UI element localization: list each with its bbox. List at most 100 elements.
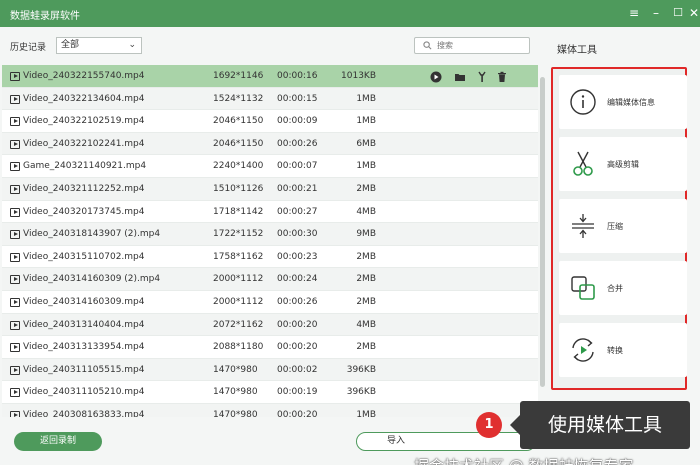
- file-size: 396KB: [346, 364, 376, 375]
- callout-text: 使用媒体工具: [520, 401, 690, 449]
- file-resolution: 1470*980: [213, 409, 258, 417]
- file-row[interactable]: Video_240315110702.mp4 1758*1162 00:00:23 2…: [2, 246, 538, 269]
- file-name: Video_240314160309 (2).mp4: [23, 274, 161, 285]
- callout-pointer: [510, 415, 520, 435]
- file-row[interactable]: Video_240311105515.mp4 1470*980 00:00:02 39…: [2, 358, 538, 382]
- video-file-icon: [10, 275, 20, 285]
- compress-icon: [572, 214, 594, 238]
- file-resolution: 2000*1112: [213, 274, 264, 285]
- file-row[interactable]: Video_240313140404.mp4 2072*1162 00:00:20 4…: [2, 313, 538, 337]
- video-file-icon: [10, 117, 20, 127]
- file-resolution: 1718*1142: [213, 206, 264, 217]
- video-file-icon: [10, 365, 20, 375]
- tool-edit-media-info[interactable]: 编辑媒体信息: [559, 75, 687, 129]
- file-list: Video_240322155740.mp4 1692*1146 00:00:16 1…: [2, 65, 538, 417]
- scrollbar[interactable]: [539, 65, 546, 405]
- file-row[interactable]: Video_240308163833.mp4 1470*980 00:00:20 1M…: [2, 403, 538, 417]
- file-resolution: 2046*1150: [213, 138, 264, 149]
- window-title: 数据蛙录屏软件: [10, 11, 80, 22]
- file-name: Video_240318143907 (2).mp4: [23, 229, 161, 240]
- play-icon[interactable]: [430, 70, 442, 83]
- file-name: Video_240321112252.mp4: [23, 183, 145, 194]
- file-name: Video_240322102519.mp4: [23, 116, 145, 127]
- file-size: 2MB: [356, 296, 376, 307]
- file-resolution: 1510*1126: [213, 183, 264, 194]
- file-resolution: 1758*1162: [213, 251, 264, 262]
- tool-convert[interactable]: 转换: [559, 323, 687, 377]
- file-size: 2MB: [356, 251, 376, 262]
- file-row[interactable]: Video_240320173745.mp4 1718*1142 00:00:27 4…: [2, 201, 538, 224]
- video-file-icon: [10, 252, 20, 262]
- file-row[interactable]: Video_240314160309 (2).mp4 2000*1112 00:00…: [2, 268, 538, 291]
- file-size: 4MB: [356, 206, 376, 217]
- search-box[interactable]: [414, 37, 530, 54]
- video-file-icon: [10, 72, 20, 81]
- video-file-icon: [10, 410, 20, 417]
- file-size: 2MB: [356, 183, 376, 194]
- file-row[interactable]: Video_240322102241.mp4 2046*1150 00:00:26 6…: [2, 132, 538, 156]
- media-tools-panel: 编辑媒体信息 高级剪辑 压缩 合并 转换: [551, 67, 687, 390]
- tool-label: 转换: [607, 346, 623, 355]
- file-row[interactable]: Video_240322102519.mp4 2046*1150 00:00:09 1…: [2, 110, 538, 133]
- history-filter-value: 全部: [61, 40, 80, 50]
- convert-icon: [572, 338, 594, 362]
- file-resolution: 1470*980: [213, 364, 258, 375]
- file-resolution: 1692*1146: [213, 71, 264, 81]
- tool-label: 合并: [607, 284, 623, 293]
- media-tools-title: 媒体工具: [557, 45, 597, 56]
- tool-advanced-edit[interactable]: 高级剪辑: [559, 137, 687, 191]
- delete-icon[interactable]: [496, 70, 508, 82]
- info-icon: [570, 89, 596, 115]
- video-file-icon: [10, 184, 20, 194]
- video-file-icon: [10, 343, 20, 353]
- back-to-record-button[interactable]: 返回录制: [14, 432, 102, 451]
- file-size: 1MB: [356, 93, 376, 104]
- video-file-icon: [10, 94, 20, 104]
- file-row[interactable]: Video_240321112252.mp4 1510*1126 00:00:21 2…: [2, 177, 538, 201]
- file-name: Video_240308163833.mp4: [23, 409, 145, 417]
- file-resolution: 1524*1132: [213, 93, 264, 104]
- video-file-icon: [10, 230, 20, 240]
- video-file-icon: [10, 139, 20, 149]
- file-size: 9MB: [356, 229, 376, 240]
- file-name: Video_240322134604.mp4: [23, 93, 145, 104]
- history-label: 历史记录: [10, 43, 47, 53]
- search-input[interactable]: [437, 39, 525, 52]
- file-resolution: 1722*1152: [213, 229, 264, 240]
- menu-icon[interactable]: ≡: [626, 5, 642, 21]
- file-row[interactable]: Video_240322155740.mp4 1692*1146 00:00:16 1…: [2, 65, 538, 88]
- tool-compress[interactable]: 压缩: [559, 199, 687, 253]
- tools-icon[interactable]: [477, 70, 489, 82]
- maximize-icon[interactable]: ☐: [670, 5, 686, 21]
- file-row[interactable]: Video_240311105210.mp4 1470*980 00:00:19 39…: [2, 381, 538, 404]
- scissors-icon: [573, 151, 593, 176]
- file-row[interactable]: Video_240314160309.mp4 2000*1112 00:00:26 2…: [2, 291, 538, 314]
- file-name: Video_240313133954.mp4: [23, 342, 145, 353]
- folder-icon[interactable]: [454, 70, 466, 82]
- file-row[interactable]: Video_240322134604.mp4 1524*1132 00:00:15 1…: [2, 87, 538, 111]
- file-row[interactable]: Game_240321140921.mp4 2240*1400 00:00:07 1M…: [2, 155, 538, 178]
- chevron-down-icon: ⌄: [128, 40, 136, 50]
- main-content: 历史记录 全部 ⌄ Video_240322155740.mp4 1692*114…: [0, 27, 700, 465]
- file-row[interactable]: Video_240313133954.mp4 2088*1180 00:00:20 2…: [2, 336, 538, 359]
- file-name: Video_240314160309.mp4: [23, 296, 145, 307]
- file-name: Game_240321140921.mp4: [23, 161, 147, 172]
- close-icon[interactable]: ✕: [688, 5, 700, 21]
- minimize-icon[interactable]: –: [648, 5, 664, 21]
- tool-label: 压缩: [607, 222, 623, 231]
- title-bar: 数据蛙录屏软件 ≡ – ☐ ✕: [0, 0, 700, 27]
- file-size: 1MB: [356, 116, 376, 127]
- file-name: Video_240313140404.mp4: [23, 319, 145, 330]
- file-resolution: 2240*1400: [213, 161, 264, 172]
- history-filter-select[interactable]: 全部 ⌄: [56, 37, 142, 54]
- tool-label: 高级剪辑: [607, 160, 639, 169]
- tutorial-callout: 1 使用媒体工具: [476, 401, 690, 449]
- scrollbar-thumb[interactable]: [540, 77, 545, 387]
- file-name: Video_240311105515.mp4: [23, 364, 145, 375]
- tool-merge[interactable]: 合并: [559, 261, 687, 315]
- video-file-icon: [10, 320, 20, 330]
- file-resolution: 2000*1112: [213, 296, 264, 307]
- file-resolution: 2072*1162: [213, 319, 264, 330]
- file-row[interactable]: Video_240318143907 (2).mp4 1722*1152 00:00…: [2, 223, 538, 246]
- file-size: 1MB: [356, 161, 376, 172]
